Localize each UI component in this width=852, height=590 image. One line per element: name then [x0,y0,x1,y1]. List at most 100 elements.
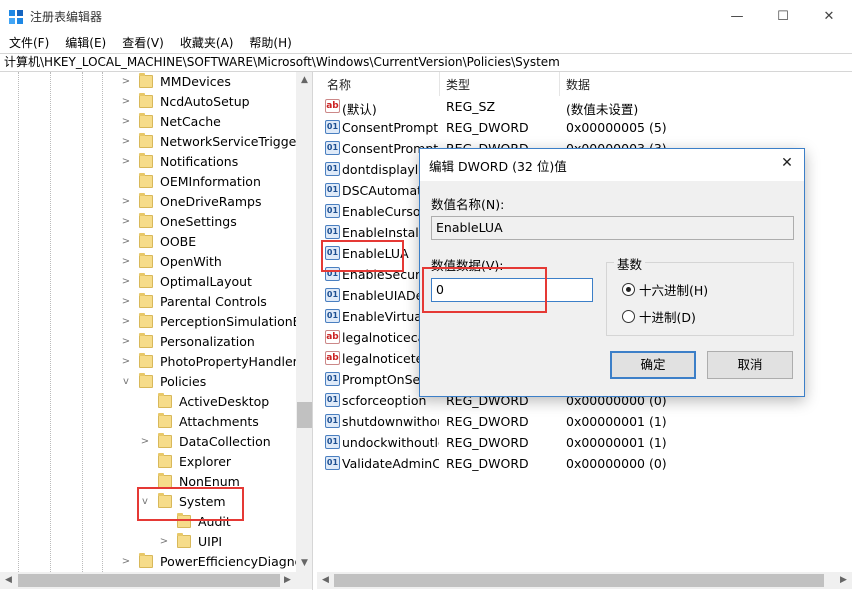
radio-decimal[interactable]: 十进制(D) [622,307,696,325]
tree-scroll-thumb[interactable] [297,402,312,428]
column-data-header[interactable]: 数据 [566,76,590,93]
table-row[interactable]: 01undockwithoutlogon REG_DWORD 0x00000001 … [317,432,852,453]
tree-item[interactable]: > NetworkServiceTrigger [0,132,302,152]
scroll-up-icon[interactable]: ▲ [296,72,312,89]
tree-item[interactable]: > PowerEfficiencyDiagnos [0,552,309,572]
radio-checked-icon[interactable] [622,282,635,296]
tree-item[interactable]: > Personalization [0,332,296,352]
maximize-button[interactable]: ☐ [760,0,806,32]
dialog-close-button[interactable]: ✕ [774,151,800,175]
chevron-right-icon[interactable]: > [120,192,132,212]
column-name-header[interactable]: 名称 [327,76,351,93]
tree-hscroll-thumb[interactable] [18,574,280,587]
table-row[interactable]: 01ValidateAdminCodeSignatures REG_DWORD 0x… [317,453,852,474]
chevron-right-icon[interactable]: > [120,92,132,112]
chevron-right-icon[interactable]: > [158,532,170,552]
chevron-down-icon[interactable]: v [139,492,151,512]
tree-item[interactable]: > NcdAutoSetup [0,92,296,112]
tree-item[interactable]: > OneDriveRamps [0,192,296,212]
list-horizontal-scrollbar[interactable]: ◀ ▶ [317,572,852,589]
tree-item[interactable]: Audit [0,512,296,532]
chevron-right-icon[interactable]: > [120,352,132,372]
chevron-right-icon[interactable]: > [120,132,132,152]
tree-item[interactable]: > OpenWith [0,252,296,272]
tree-item[interactable]: > OOBE [0,232,296,252]
ok-button[interactable]: 确定 [610,351,696,379]
scroll-right-icon[interactable]: ▶ [279,572,296,589]
table-row[interactable]: 01ConsentPromptBehaviorAdmin REG_DWORD 0x0… [317,117,852,138]
tree-item[interactable]: v System [0,492,296,512]
menu-file[interactable]: 文件(F) [4,32,54,52]
chevron-right-icon[interactable]: > [120,152,132,172]
address-bar[interactable]: 计算机\HKEY_LOCAL_MACHINE\SOFTWARE\Microsof… [0,53,852,72]
chevron-right-icon[interactable]: > [120,272,132,292]
tree-item[interactable]: Attachments [0,412,296,432]
tree-vertical-scrollbar[interactable]: ▲ ▼ [296,72,312,572]
tree-horizontal-scrollbar[interactable]: ◀ ▶ [0,572,312,589]
close-window-button[interactable]: ✕ [806,0,852,32]
chevron-right-icon[interactable] [139,392,151,412]
tree-item[interactable]: > PerceptionSimulationEx [0,312,308,332]
value-data-input[interactable]: 0 [431,278,593,302]
chevron-right-icon[interactable]: > [120,232,132,252]
tree-item-label: Explorer [179,454,232,469]
tree-item[interactable]: Explorer [0,452,296,472]
column-type-header[interactable]: 类型 [446,76,470,93]
chevron-right-icon[interactable]: > [120,552,132,572]
tree-item-label: Policies [160,374,207,389]
chevron-right-icon[interactable] [139,452,151,472]
chevron-right-icon[interactable]: > [120,252,132,272]
minimize-button[interactable]: — [714,0,760,32]
folder-icon [139,233,153,248]
chevron-right-icon[interactable]: > [120,72,132,92]
table-row[interactable]: ab (默认) REG_SZ (数值未设置) [317,96,852,117]
tree-item[interactable]: NonEnum [0,472,296,492]
tree-item[interactable]: > PhotoPropertyHandler [0,352,298,372]
folder-icon [139,353,153,368]
dialog-title: 编辑 DWORD (32 位)值 [429,159,567,174]
list-hscroll-thumb[interactable] [334,574,824,587]
chevron-right-icon[interactable] [120,172,132,192]
tree-item[interactable]: > Notifications [0,152,296,172]
tree-item[interactable]: > UIPI [0,532,296,552]
tree-item[interactable]: > Parental Controls [0,292,296,312]
chevron-right-icon[interactable]: > [139,432,151,452]
menu-help[interactable]: 帮助(H) [244,32,296,52]
tree-item[interactable]: > OneSettings [0,212,296,232]
column-separator[interactable] [439,72,440,96]
tree-item[interactable]: ActiveDesktop [0,392,296,412]
chevron-right-icon[interactable]: > [120,292,132,312]
chevron-right-icon[interactable]: > [120,212,132,232]
folder-icon [158,413,172,428]
tree-item[interactable]: > OptimalLayout [0,272,296,292]
tree-item[interactable]: > DataCollection [0,432,296,452]
menu-view[interactable]: 查看(V) [117,32,169,52]
tree-item[interactable]: > NetCache [0,112,296,132]
scroll-right-icon[interactable]: ▶ [835,572,852,589]
chevron-right-icon[interactable]: > [120,332,132,352]
chevron-right-icon[interactable]: > [120,312,132,332]
chevron-right-icon[interactable]: > [120,112,132,132]
string-value-icon: ab [325,99,340,113]
tree-item-label: OOBE [160,234,197,249]
column-separator[interactable] [559,72,560,96]
tree-item[interactable]: > MMDevices [0,72,296,92]
scroll-left-icon[interactable]: ◀ [317,572,334,589]
scroll-left-icon[interactable]: ◀ [0,572,17,589]
tree-item[interactable]: OEMInformation [0,172,296,192]
menu-favorites[interactable]: 收藏夹(A) [175,32,239,52]
chevron-right-icon[interactable] [158,512,170,532]
radio-unchecked-icon[interactable] [622,309,635,323]
chevron-right-icon[interactable] [139,412,151,432]
dword-value-icon: 01 [325,162,340,176]
chevron-right-icon[interactable] [139,472,151,492]
dword-value-icon: 01 [325,393,340,407]
tree-item[interactable]: v Policies [0,372,296,392]
cancel-button[interactable]: 取消 [707,351,793,379]
chevron-down-icon[interactable]: v [120,372,132,392]
folder-icon [139,93,153,108]
radio-hexadecimal[interactable]: 十六进制(H) [622,280,708,298]
menu-edit[interactable]: 编辑(E) [60,32,111,52]
table-row[interactable]: 01shutdownwithoutlogon REG_DWORD 0x0000000… [317,411,852,432]
scroll-down-icon[interactable]: ▼ [296,555,312,572]
